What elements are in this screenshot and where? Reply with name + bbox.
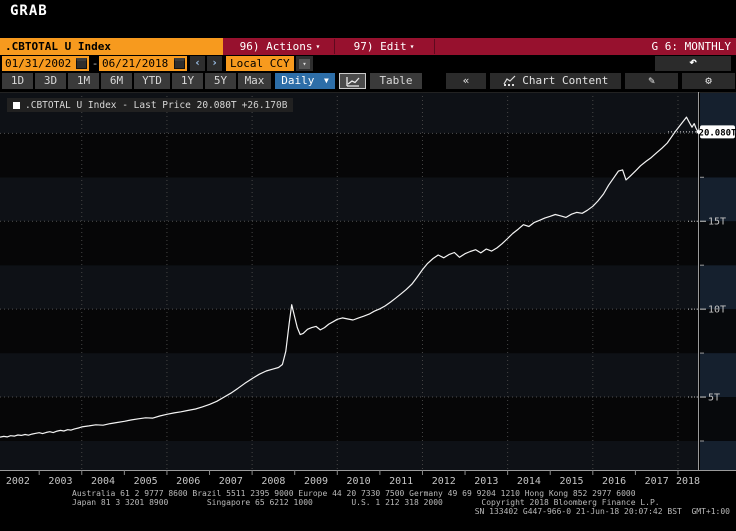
svg-text:15T: 15T <box>708 217 726 228</box>
settings-button[interactable]: ⚙ <box>682 73 735 89</box>
price-change-value: +26.170B <box>241 99 288 111</box>
chart-plot-area[interactable]: 2002 2003 2004 2005 2006 2007 2008 2009 2010 2011… <box>0 92 736 487</box>
svg-text:2016: 2016 <box>602 476 626 487</box>
bloomberg-terminal-window: GRAB .CBTOTAL U Index 96) Actions ▾ 97) E… <box>0 0 736 531</box>
chart-template-label: G 6: MONTHLY <box>651 40 731 53</box>
svg-text:10T: 10T <box>708 305 726 316</box>
svg-text:2003: 2003 <box>48 476 72 487</box>
svg-text:2009: 2009 <box>304 476 328 487</box>
range-button-5y[interactable]: 5Y <box>205 73 236 89</box>
svg-text:2007: 2007 <box>219 476 243 487</box>
collapse-toolbar-button[interactable]: « <box>446 73 486 89</box>
gear-icon: ⚙ <box>705 74 712 87</box>
svg-text:2017: 2017 <box>645 476 669 487</box>
svg-text:2014: 2014 <box>517 476 541 487</box>
undo-button[interactable]: ↶ <box>655 56 731 71</box>
divider <box>334 39 335 54</box>
svg-text:2012: 2012 <box>432 476 456 487</box>
series-swatch-icon <box>13 101 20 109</box>
line-chart-icon <box>345 77 359 87</box>
svg-text:5T: 5T <box>708 393 720 404</box>
price-chart-svg: 2002 2003 2004 2005 2006 2007 2008 2009 2010 2011… <box>0 92 736 487</box>
pencil-icon: ✎ <box>648 74 655 87</box>
actions-menu-button[interactable]: 96) Actions ▾ <box>230 38 330 55</box>
footer-session-info: SN 133402 G447-966-0 21-Jun-18 20:07:42 … <box>474 507 730 516</box>
svg-text:2013: 2013 <box>474 476 498 487</box>
calendar-icon[interactable] <box>76 58 87 69</box>
undo-icon: ↶ <box>689 55 697 70</box>
page-title: GRAB <box>10 3 48 19</box>
svg-text:2015: 2015 <box>559 476 583 487</box>
divider <box>434 39 435 54</box>
period-select[interactable]: Daily ▼ <box>275 73 335 89</box>
date-separator: - <box>91 57 99 70</box>
range-button-1d[interactable]: 1D <box>2 73 33 89</box>
caret-down-icon: ▾ <box>409 42 415 51</box>
edit-menu-button[interactable]: 97) Edit ▾ <box>338 38 430 55</box>
svg-text:2002: 2002 <box>6 476 30 487</box>
last-price-value: 20.080T <box>196 99 237 111</box>
date-range-bar: 01/31/2002 - 06/21/2018 ‹ › Local CCY ▾ … <box>0 56 736 72</box>
calendar-icon[interactable] <box>174 58 185 69</box>
table-view-button[interactable]: Table <box>370 73 422 89</box>
chart-content-icon <box>503 75 516 86</box>
svg-text:2018: 2018 <box>676 476 700 487</box>
range-button-1m[interactable]: 1M <box>68 73 99 89</box>
chart-type-button[interactable] <box>339 73 366 89</box>
svg-text:20.080T: 20.080T <box>699 128 736 138</box>
command-bar: .CBTOTAL U Index 96) Actions ▾ 97) Edit ▾ … <box>0 38 736 55</box>
scroll-left-button[interactable]: ‹ <box>190 56 205 71</box>
svg-text:2010: 2010 <box>347 476 371 487</box>
ticker-input[interactable]: .CBTOTAL U Index <box>0 38 223 55</box>
svg-text:2006: 2006 <box>176 476 200 487</box>
range-button-max[interactable]: Max <box>238 73 271 89</box>
footer-contact-line-2: Japan 81 3 3201 8900 Singapore 65 6212 1… <box>72 498 660 507</box>
annotate-button[interactable]: ✎ <box>625 73 678 89</box>
chart-content-button[interactable]: Chart Content <box>490 73 621 89</box>
scroll-right-button[interactable]: › <box>207 56 222 71</box>
svg-text:2011: 2011 <box>389 476 413 487</box>
currency-dropdown-button[interactable]: ▾ <box>296 56 313 71</box>
caret-down-icon: ▾ <box>299 58 310 69</box>
range-button-ytd[interactable]: YTD <box>134 73 170 89</box>
series-label: .CBTOTAL U Index - Last Price <box>25 99 191 111</box>
caret-down-icon: ▾ <box>315 42 321 51</box>
range-button-6m[interactable]: 6M <box>101 73 132 89</box>
footer-contact-line-1: Australia 61 2 9777 8600 Brazil 5511 239… <box>72 489 636 498</box>
start-date-field[interactable]: 01/31/2002 <box>2 56 89 71</box>
svg-text:2004: 2004 <box>91 476 115 487</box>
chart-toolbar: 1D 3D 1M 6M YTD 1Y 5Y Max Daily ▼ Table … <box>0 73 736 90</box>
range-button-3d[interactable]: 3D <box>35 73 66 89</box>
caret-down-icon: ▼ <box>323 76 329 85</box>
svg-text:2008: 2008 <box>261 476 285 487</box>
svg-text:2005: 2005 <box>134 476 158 487</box>
range-button-1y[interactable]: 1Y <box>172 73 203 89</box>
end-date-field[interactable]: 06/21/2018 <box>99 56 187 71</box>
chart-legend[interactable]: .CBTOTAL U Index - Last Price 20.080T +2… <box>7 98 294 112</box>
currency-select[interactable]: Local CCY <box>226 56 294 71</box>
